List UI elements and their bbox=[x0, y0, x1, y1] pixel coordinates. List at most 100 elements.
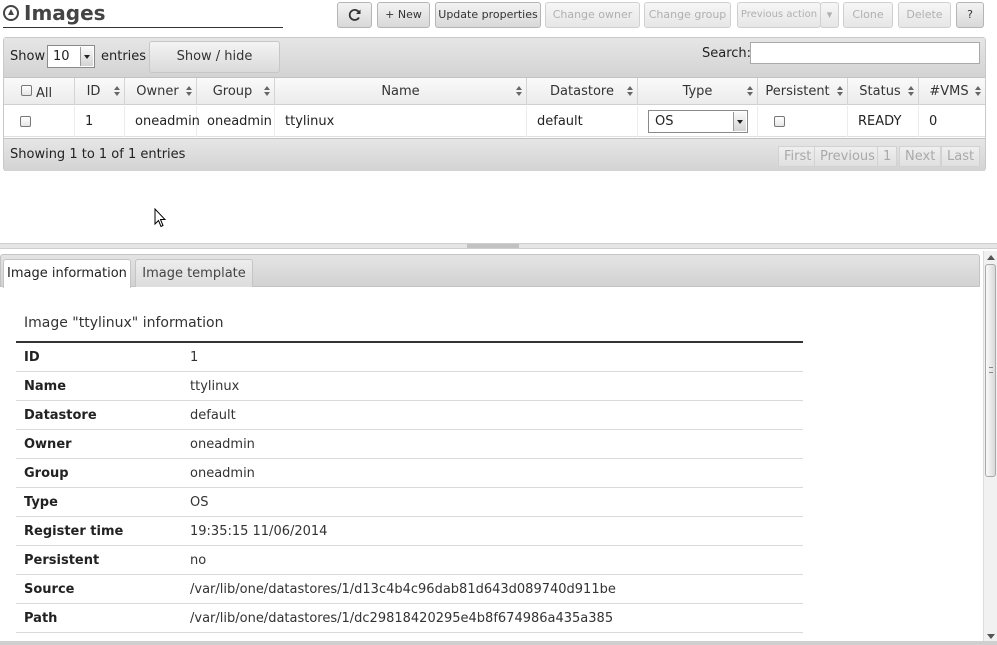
previous-action-button[interactable]: Previous action bbox=[737, 2, 821, 28]
info-value: default bbox=[190, 408, 236, 423]
scroll-up-icon[interactable] bbox=[987, 255, 995, 260]
change-owner-button[interactable]: Change owner bbox=[545, 2, 640, 28]
info-value: 1 bbox=[190, 350, 199, 365]
column-label-group: Group bbox=[212, 84, 253, 99]
page-header: Images + New Update properties Change ow… bbox=[0, 0, 997, 30]
pagination-next[interactable]: Next bbox=[899, 146, 942, 167]
panel-splitter[interactable] bbox=[0, 243, 997, 249]
chevron-down-icon bbox=[733, 112, 746, 131]
column-label-vms: #VMS bbox=[929, 84, 969, 99]
collapse-arrow-icon[interactable] bbox=[3, 5, 19, 21]
cell-persistent bbox=[758, 106, 848, 137]
column-label-name: Name bbox=[381, 84, 420, 99]
sort-icon bbox=[837, 86, 844, 97]
table-toolbar: Show 10 entries Show / hide columns Sear… bbox=[4, 38, 985, 94]
info-value: oneadmin bbox=[190, 437, 255, 452]
info-key: Datastore bbox=[24, 408, 97, 423]
column-header-group[interactable]: Group bbox=[197, 78, 275, 105]
column-label-owner: Owner bbox=[136, 84, 179, 99]
row-checkbox[interactable] bbox=[20, 116, 31, 127]
search-input[interactable] bbox=[750, 42, 980, 64]
column-label-id: ID bbox=[86, 84, 101, 99]
bottom-border bbox=[0, 641, 997, 645]
info-key: Group bbox=[24, 466, 69, 481]
update-properties-button[interactable]: Update properties bbox=[435, 2, 541, 28]
info-row: Register time 19:35:15 11/06/2014 bbox=[16, 517, 803, 546]
pagination-last[interactable]: Last bbox=[941, 146, 981, 167]
show-hide-columns-button[interactable]: Show / hide columns bbox=[149, 41, 280, 94]
column-header-owner[interactable]: Owner bbox=[125, 78, 197, 105]
info-row: Source /var/lib/one/datastores/1/d13c4b4… bbox=[16, 575, 803, 604]
column-header-name[interactable]: Name bbox=[275, 78, 527, 105]
select-all-checkbox[interactable] bbox=[21, 85, 32, 96]
info-title: Image "ttylinux" information bbox=[24, 315, 224, 331]
info-key: Owner bbox=[24, 437, 72, 452]
scroll-down-icon[interactable] bbox=[987, 634, 995, 639]
sort-icon bbox=[908, 86, 915, 97]
column-header-status[interactable]: Status bbox=[848, 78, 919, 105]
pagination-info: Showing 1 to 1 of 1 entries bbox=[10, 147, 186, 162]
info-key: Source bbox=[24, 582, 75, 597]
cell-type: OS bbox=[638, 106, 758, 137]
help-button[interactable]: ? bbox=[956, 2, 984, 28]
column-label-type: Type bbox=[682, 84, 713, 99]
column-header-select-all[interactable]: All bbox=[4, 78, 75, 105]
sort-icon bbox=[627, 86, 634, 97]
column-header-datastore[interactable]: Datastore bbox=[527, 78, 638, 105]
info-row: Path /var/lib/one/datastores/1/dc2981842… bbox=[16, 604, 803, 633]
scrollbar-thumb[interactable] bbox=[985, 264, 996, 477]
pagination-page-1[interactable]: 1 bbox=[877, 146, 898, 167]
detail-scrollbar[interactable] bbox=[983, 251, 997, 643]
detail-tabbar: Image information Image template bbox=[0, 254, 980, 288]
info-key: ID bbox=[24, 350, 40, 365]
sort-icon bbox=[186, 86, 193, 97]
table-row[interactable]: 1 oneadmin oneadmin ttylinux default OS … bbox=[4, 106, 985, 137]
page-title: Images bbox=[24, 1, 106, 25]
previous-action-dropdown[interactable]: ▾ bbox=[820, 2, 839, 28]
column-header-type[interactable]: Type bbox=[638, 78, 758, 105]
type-select-value: OS bbox=[655, 114, 674, 129]
info-value: 19:35:15 11/06/2014 bbox=[190, 524, 328, 539]
column-header-id[interactable]: ID bbox=[75, 78, 125, 105]
entries-label: entries bbox=[101, 49, 147, 64]
chevron-down-icon bbox=[80, 47, 93, 66]
pagination-first[interactable]: First bbox=[778, 146, 818, 167]
change-group-button[interactable]: Change group bbox=[644, 2, 731, 28]
refresh-button[interactable] bbox=[337, 2, 372, 28]
info-table: ID 1 Name ttylinux Datastore default Own… bbox=[16, 341, 803, 633]
tab-image-template[interactable]: Image template bbox=[135, 259, 253, 287]
info-row: Type OS bbox=[16, 488, 803, 517]
page-size-select[interactable]: 10 bbox=[47, 45, 95, 68]
page-size-value: 10 bbox=[53, 49, 70, 64]
select-all-label: All bbox=[36, 86, 53, 101]
search-label: Search: bbox=[702, 46, 752, 61]
info-value: ttylinux bbox=[190, 379, 240, 394]
row-select-cell bbox=[4, 106, 75, 137]
info-row: Group oneadmin bbox=[16, 459, 803, 488]
clone-button[interactable]: Clone bbox=[843, 2, 893, 28]
sort-icon bbox=[114, 86, 121, 97]
splitter-handle[interactable] bbox=[467, 244, 519, 248]
new-button[interactable]: + New bbox=[377, 2, 430, 28]
cell-owner: oneadmin bbox=[125, 106, 200, 137]
tab-image-information[interactable]: Image information bbox=[3, 259, 131, 288]
persistent-checkbox[interactable] bbox=[774, 116, 785, 127]
info-key: Path bbox=[24, 611, 58, 626]
column-header-vms[interactable]: #VMS bbox=[919, 78, 985, 105]
info-value: oneadmin bbox=[190, 466, 255, 481]
info-key: Persistent bbox=[24, 553, 100, 568]
info-row: ID 1 bbox=[16, 343, 803, 372]
table-header: All ID Owner Group Name Datastore Type P… bbox=[4, 78, 985, 105]
grip-icon bbox=[989, 367, 993, 373]
type-select[interactable]: OS bbox=[648, 110, 748, 133]
cell-group: oneadmin bbox=[197, 106, 275, 137]
info-value: OS bbox=[190, 495, 209, 510]
column-label-status: Status bbox=[859, 84, 901, 99]
cell-status: READY bbox=[848, 106, 919, 137]
column-header-persistent[interactable]: Persistent bbox=[758, 78, 848, 105]
sort-icon bbox=[264, 86, 271, 97]
info-row: Name ttylinux bbox=[16, 372, 803, 401]
pagination-previous[interactable]: Previous bbox=[814, 146, 881, 167]
delete-button[interactable]: Delete bbox=[898, 2, 951, 28]
column-label-datastore: Datastore bbox=[550, 84, 614, 99]
